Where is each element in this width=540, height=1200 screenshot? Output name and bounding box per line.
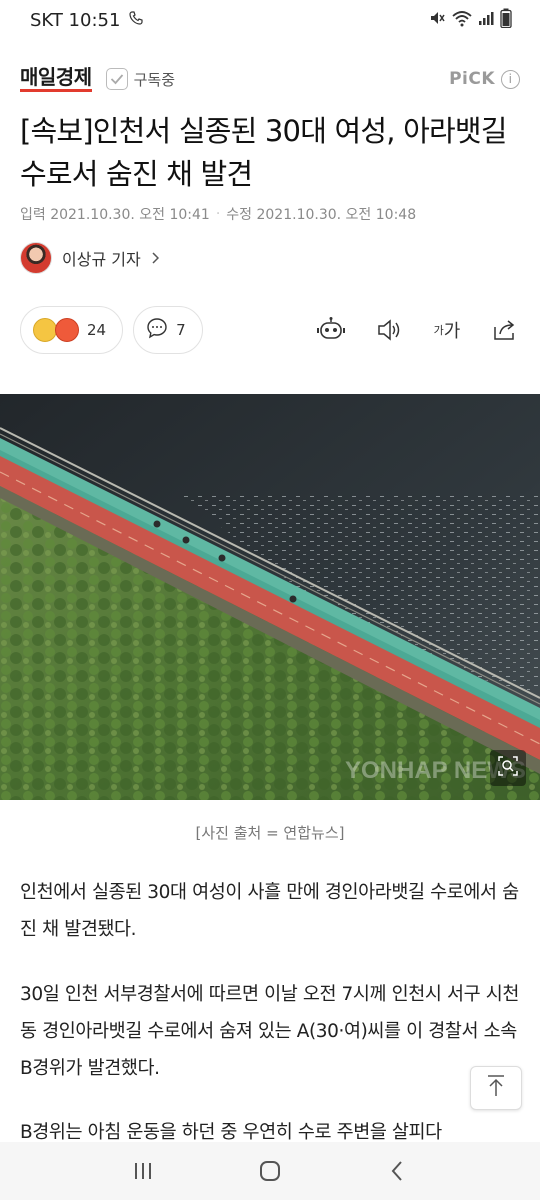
input-date: 입력 2021.10.30. 오전 10:41 [20,207,210,223]
signal-icon [478,10,494,30]
bike-path-photo: YONHAP NEWS [0,394,540,800]
scroll-top-icon [485,1074,507,1102]
font-size-button[interactable]: 가가 [432,315,462,345]
article-title: [속보]인천서 실종된 30대 여성, 아라뱃길 수로서 숨진 채 발견 [20,114,507,191]
modified-date: 수정 2021.10.30. 오전 10:48 [226,207,417,223]
check-icon [105,68,128,90]
date-separator: · [215,206,221,222]
emotion-button[interactable]: 24 [20,306,124,354]
emotion-count: 24 [87,321,107,339]
mute-icon [428,9,446,31]
battery-icon [500,8,512,32]
reaction-bar: 24 7 가가 [20,306,520,354]
sad-face-icon [33,318,57,342]
article-paragraph: B경위는 아침 운동을 하던 중 우연히 수로 주변을 살피다 [20,1122,442,1142]
robot-icon[interactable] [316,315,346,345]
reporter-avatar [20,242,52,274]
call-icon [128,10,144,31]
recent-apps-icon[interactable] [123,1151,163,1191]
font-large-glyph: 가 [443,321,461,342]
press-logo[interactable]: 매일경제 [20,66,92,92]
reporter-link[interactable]: 이상규 기자 [20,242,159,274]
carrier-time: SKT 10:51 [30,9,121,31]
article-paragraph: 인천에서 실종된 30대 여성이 사흘 만에 경인아라뱃길 수로에서 숨진 채 … [20,882,519,940]
article-photo[interactable]: YONHAP NEWS [0,394,540,800]
home-icon[interactable] [250,1151,290,1191]
status-right [428,8,512,32]
comment-count: 7 [176,321,186,339]
comment-icon [146,317,168,343]
article-paragraph: 30일 인천 서부경찰서에 따르면 이날 오전 7시께 인천시 서구 시천동 경… [20,984,519,1079]
speaker-icon[interactable] [374,315,404,345]
pick-label: PiCK [449,69,495,89]
pick-badge[interactable]: PiCK i [449,69,520,89]
back-icon[interactable] [377,1151,417,1191]
angry-face-icon [55,318,79,342]
status-left: SKT 10:51 [30,10,144,31]
font-small-glyph: 가 [433,324,444,337]
photo-caption: [사진 출처 = 연합뉴스] [195,824,345,842]
zoom-icon [498,756,518,780]
article-dates: 입력 2021.10.30. 오전 10:41 · 수정 2021.10.30.… [20,204,416,224]
status-bar: SKT 10:51 [0,0,540,40]
subscribe-label: 구독중 [133,70,176,89]
article-header: 매일경제 구독중 PiCK i [20,62,520,96]
zoom-button[interactable] [490,750,526,786]
reporter-name: 이상규 기자 [62,250,141,269]
chevron-right-icon [151,249,159,268]
info-icon[interactable]: i [501,69,520,89]
subscribe-button[interactable]: 구독중 [105,68,176,90]
system-nav-bar [0,1142,540,1200]
scroll-top-button[interactable] [470,1066,522,1110]
wifi-icon [452,9,472,31]
share-icon[interactable] [490,315,520,345]
article-tools: 가가 [316,315,520,345]
comment-button[interactable]: 7 [133,306,203,354]
